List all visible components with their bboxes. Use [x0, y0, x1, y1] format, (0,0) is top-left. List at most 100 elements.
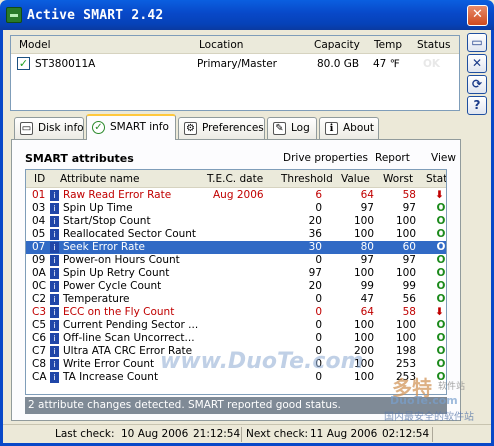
attribute-row[interactable]: iC5Current Pending Sector ...0100100OK — [26, 319, 446, 332]
attribute-threshold: 97 — [308, 267, 322, 279]
drive-row[interactable]: ✓ ST380011A Primary/Master 80.0 GB 47 ℉ … — [11, 55, 459, 72]
view-link[interactable]: View — [431, 152, 456, 164]
column-id[interactable]: ID — [34, 173, 45, 185]
attribute-info-icon: i — [50, 203, 59, 214]
attribute-row[interactable]: iC6Off-line Scan Uncorrect...0100100OK — [26, 332, 446, 345]
next-check-time: 02:12:54 — [382, 428, 430, 440]
attribute-id: 05 — [32, 228, 46, 240]
attribute-name: Power-on Hours Count — [63, 254, 180, 266]
attribute-status: OK — [436, 215, 446, 227]
tab-about[interactable]: ℹ About — [319, 117, 379, 139]
attribute-threshold: 6 — [315, 189, 322, 201]
window-title: Active SMART 2.42 — [27, 8, 164, 23]
refresh-button[interactable]: ⟳ — [467, 75, 487, 94]
status-separator — [241, 427, 242, 442]
attribute-name: Current Pending Sector ... — [63, 319, 199, 331]
drive-checkbox[interactable]: ✓ — [17, 57, 30, 70]
attribute-id: 09 — [32, 254, 46, 266]
column-temp[interactable]: Temp — [374, 39, 402, 51]
attribute-id: C8 — [32, 358, 47, 370]
attribute-row[interactable]: i05Reallocated Sector Count36100100OK — [26, 228, 446, 241]
smart-info-panel: SMART attributes Drive properties Report… — [11, 139, 461, 421]
title-bar[interactable]: Active SMART 2.42 ✕ — [0, 0, 494, 30]
column-tec-date[interactable]: T.E.C. date — [207, 173, 263, 185]
attribute-status: OK — [436, 319, 446, 331]
attribute-id: 0A — [32, 267, 46, 279]
attribute-info-icon: i — [50, 346, 59, 357]
attribute-id: CA — [32, 371, 47, 383]
attribute-row[interactable]: i04Start/Stop Count20100100OK — [26, 215, 446, 228]
attribute-row[interactable]: iC2Temperature04756OK — [26, 293, 446, 306]
attribute-row[interactable]: iC7Ultra ATA CRC Error Rate0200198OK — [26, 345, 446, 358]
attribute-row[interactable]: i03Spin Up Time09797OK — [26, 202, 446, 215]
attribute-name: Temperature — [63, 293, 130, 305]
drive-location: Primary/Master — [197, 58, 277, 70]
attribute-id: C3 — [32, 306, 47, 318]
attribute-info-icon: i — [50, 255, 59, 266]
attribute-status: OK — [436, 371, 446, 383]
column-status[interactable]: Status — [417, 39, 450, 51]
attribute-row[interactable]: i01Raw Read Error RateAug 200666458⬇ 1 — [26, 189, 446, 202]
drive-list[interactable]: Model Location Capacity Temp Status ✓ ST… — [10, 35, 460, 111]
column-model[interactable]: Model — [19, 39, 51, 51]
smart-attributes-table[interactable]: ID Attribute name T.E.C. date Threshold … — [25, 169, 447, 395]
attribute-threshold: 36 — [308, 228, 322, 240]
attribute-name: Start/Stop Count — [63, 215, 151, 227]
drive-list-header: Model Location Capacity Temp Status — [11, 36, 459, 54]
attribute-worst: 253 — [395, 358, 416, 370]
attribute-id: 03 — [32, 202, 46, 214]
minimize-to-tray-button[interactable]: ▭ — [467, 33, 487, 52]
disk-icon: ▭ — [20, 122, 33, 135]
attribute-row[interactable]: i0CPower Cycle Count209999OK — [26, 280, 446, 293]
attribute-row[interactable]: iCATA Increase Count0100253OK — [26, 371, 446, 384]
attribute-row[interactable]: i07Seek Error Rate308060OK — [26, 241, 446, 254]
attribute-id: C2 — [32, 293, 47, 305]
column-capacity[interactable]: Capacity — [314, 39, 360, 51]
attribute-id: 01 — [32, 189, 46, 201]
help-button[interactable]: ? — [467, 96, 487, 115]
attribute-worst: 100 — [395, 228, 416, 240]
last-check-label: Last check: — [55, 428, 115, 440]
attribute-row[interactable]: iC8Write Error Count0100253OK — [26, 358, 446, 371]
attribute-status: OK — [436, 228, 446, 240]
column-threshold[interactable]: Threshold — [281, 173, 333, 185]
attributes-status-bar: 2 attribute changes detected. SMART repo… — [25, 397, 447, 414]
status-bar: Last check: 10 Aug 2006 21:12:54 Next ch… — [3, 424, 491, 443]
next-check-date: 11 Aug 2006 — [310, 428, 378, 440]
attribute-status: ⬇ 1 — [435, 306, 446, 318]
tab-disk-info[interactable]: ▭ Disk info — [14, 117, 84, 139]
tab-label: About — [343, 122, 375, 134]
attribute-row[interactable]: i0ASpin Up Retry Count97100100OK — [26, 267, 446, 280]
attribute-worst: 58 — [402, 306, 416, 318]
status-separator — [432, 427, 433, 442]
column-value[interactable]: Value — [341, 173, 370, 185]
attribute-threshold: 0 — [315, 254, 322, 266]
attribute-worst: 97 — [402, 202, 416, 214]
attribute-worst: 58 — [402, 189, 416, 201]
attribute-id: C7 — [32, 345, 47, 357]
report-link[interactable]: Report — [375, 152, 410, 164]
column-worst[interactable]: Worst — [383, 173, 413, 185]
tab-preferences[interactable]: ⚙ Preferences — [178, 117, 265, 139]
tab-log[interactable]: ✎ Log — [267, 117, 317, 139]
attribute-row[interactable]: iC3ECC on the Fly Count06458⬇ 1 — [26, 306, 446, 319]
attribute-info-icon: i — [50, 372, 59, 383]
gear-icon: ⚙ — [184, 122, 197, 135]
window-close-button[interactable]: ✕ — [467, 5, 488, 26]
attribute-row[interactable]: i09Power-on Hours Count09797OK — [26, 254, 446, 267]
attributes-status-message: 2 attribute changes detected. SMART repo… — [28, 399, 341, 411]
drive-properties-link[interactable]: Drive properties — [283, 152, 368, 164]
attribute-name: Off-line Scan Uncorrect... — [63, 332, 195, 344]
tab-smart-info[interactable]: ✓ SMART info — [86, 114, 176, 140]
panel-title: SMART attributes — [25, 152, 134, 165]
attribute-threshold: 0 — [315, 358, 322, 370]
column-status[interactable]: Status — [426, 173, 446, 185]
attribute-status: OK — [436, 241, 446, 253]
close-icon-button[interactable]: ✕ — [467, 54, 487, 73]
column-location[interactable]: Location — [199, 39, 243, 51]
attribute-status: OK — [436, 254, 446, 266]
tab-label: Disk info — [38, 122, 84, 134]
attribute-name: Spin Up Retry Count — [63, 267, 170, 279]
attribute-threshold: 0 — [315, 332, 322, 344]
column-attribute-name[interactable]: Attribute name — [60, 173, 139, 185]
